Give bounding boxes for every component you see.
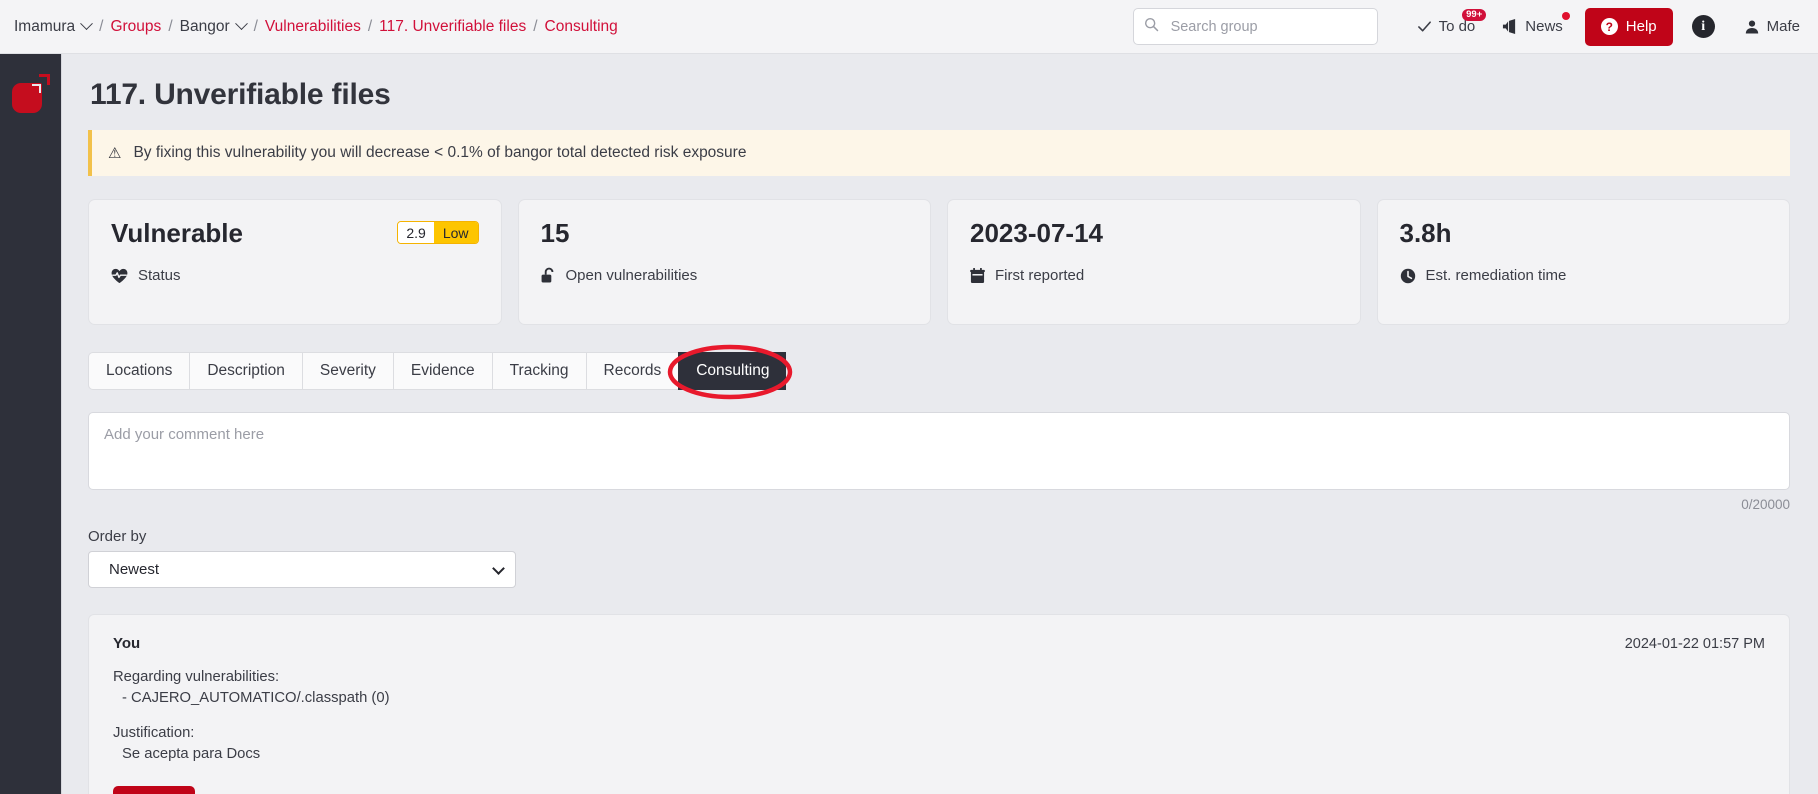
check-icon: [1417, 21, 1431, 32]
clock-icon: [1400, 268, 1415, 283]
risk-alert-banner: ⚠ By fixing this vulnerability you will …: [88, 130, 1790, 176]
app-logo-icon[interactable]: [11, 74, 50, 113]
comment-line-4: Se acepta para Docs: [122, 746, 261, 763]
user-label: Mafe: [1766, 18, 1800, 35]
comment-card: You 2024-01-22 01:57 PM Regarding vulner…: [88, 614, 1790, 794]
order-by-select[interactable]: Newest Oldest: [88, 551, 516, 588]
stat-value: 3.8h: [1399, 218, 1452, 248]
breadcrumb: Imamura / Groups / Bangor / Vulnerabilit…: [14, 17, 618, 36]
stat-value: 2023-07-14: [970, 218, 1103, 248]
stat-sub: Open vulnerabilities: [541, 267, 909, 284]
comment-author: You: [113, 635, 141, 652]
breadcrumb-separator: /: [168, 17, 173, 35]
breadcrumb-separator: /: [253, 17, 258, 35]
search-input[interactable]: [1168, 17, 1367, 36]
order-by-label: Order by: [88, 528, 147, 545]
tab-evidence[interactable]: Evidence: [392, 352, 492, 390]
tab-locations[interactable]: Locations: [88, 352, 190, 390]
severity-level: Low: [433, 222, 478, 243]
breadcrumb-separator: /: [533, 17, 538, 35]
comment-body: Regarding vulnerabilities: - CAJERO_AUTO…: [113, 667, 1765, 766]
help-button[interactable]: ? Help: [1584, 7, 1673, 46]
order-by-wrap: Newest Oldest: [88, 551, 516, 588]
body: 117. Unverifiable files ⚠ By fixing this…: [0, 54, 1818, 794]
page-title: 117. Unverifiable files: [90, 78, 391, 111]
chevron-down-icon-org[interactable]: [80, 17, 94, 31]
stat-card-open-vulnerabilities: 15 Open vulnerabilities: [517, 199, 931, 325]
user-menu[interactable]: Mafe: [1731, 8, 1800, 46]
breadcrumb-vulnerabilities[interactable]: Vulnerabilities: [265, 18, 361, 36]
comment-line-2: - CAJERO_AUTOMATICO/.classpath (0): [122, 690, 390, 707]
heartbeat-icon: [111, 268, 128, 283]
warning-triangle-icon: ⚠: [108, 145, 122, 162]
breadcrumb-finding[interactable]: 117. Unverifiable files: [379, 18, 526, 36]
app-root: Imamura / Groups / Bangor / Vulnerabilit…: [0, 0, 1818, 794]
chevron-down-icon-group[interactable]: [234, 17, 248, 31]
stat-card-first-reported: 2023-07-14 First reported: [947, 199, 1361, 325]
stat-card-remediation-time: 3.8h Est. remediation time: [1376, 199, 1790, 325]
tab-description[interactable]: Description: [189, 352, 302, 390]
breadcrumb-group[interactable]: Bangor: [180, 18, 230, 36]
stat-label: First reported: [995, 267, 1085, 285]
news-button[interactable]: News: [1488, 8, 1576, 46]
comment-line-1: Regarding vulnerabilities:: [113, 669, 280, 685]
todo-button[interactable]: To do 99+: [1404, 8, 1489, 46]
detail-tabs: Locations Description Severity Evidence …: [88, 344, 793, 400]
top-bar: Imamura / Groups / Bangor / Vulnerabilit…: [0, 0, 1818, 54]
main-content: 117. Unverifiable files ⚠ By fixing this…: [62, 54, 1818, 794]
breadcrumb-separator: /: [367, 17, 373, 35]
breadcrumb-section[interactable]: Consulting: [545, 18, 618, 36]
todo-badge: 99+: [1462, 8, 1487, 21]
stat-value: 15: [540, 218, 570, 248]
stat-label: Open vulnerabilities: [565, 267, 698, 285]
stat-sub: Est. remediation time: [1400, 267, 1768, 284]
left-sidebar: [0, 54, 62, 794]
header-actions: To do 99+ News ? Help i: [1132, 7, 1800, 46]
question-mark-icon: ?: [1600, 18, 1618, 35]
megaphone-icon: [1503, 19, 1516, 34]
tab-tracking[interactable]: Tracking: [491, 352, 586, 390]
comment-spacer: [113, 710, 1765, 723]
severity-badge: 2.9 Low: [397, 221, 479, 244]
tab-consulting[interactable]: Consulting: [678, 352, 787, 390]
breadcrumb-separator: /: [99, 17, 104, 35]
severity-score: 2.9: [398, 222, 434, 243]
breadcrumb-org[interactable]: Imamura: [14, 18, 75, 36]
stat-label: Est. remediation time: [1425, 267, 1567, 285]
reply-button[interactable]: Reply: [113, 785, 195, 794]
comment-input[interactable]: Add your comment here: [88, 412, 1790, 490]
search-box[interactable]: [1132, 8, 1378, 45]
stat-sub: Status: [111, 267, 479, 284]
stat-sub: First reported: [970, 267, 1338, 284]
breadcrumb-groups[interactable]: Groups: [110, 18, 161, 36]
tab-severity[interactable]: Severity: [301, 352, 393, 390]
news-notification-dot: [1561, 11, 1570, 20]
info-icon[interactable]: i: [1691, 15, 1715, 38]
open-padlock-icon: [541, 267, 553, 283]
character-counter: 0/20000: [1741, 497, 1790, 512]
news-label: News: [1525, 18, 1563, 35]
tab-records[interactable]: Records: [585, 352, 679, 390]
comment-timestamp: 2024-01-22 01:57 PM: [1624, 636, 1765, 652]
stat-card-status: Vulnerable 2.9 Low Status: [88, 199, 502, 325]
stat-label: Status: [138, 267, 181, 285]
help-label: Help: [1625, 18, 1657, 35]
risk-alert-text: By fixing this vulnerability you will de…: [133, 144, 747, 161]
person-icon: [1745, 20, 1758, 33]
calendar-icon: [970, 267, 985, 283]
comment-header: You 2024-01-22 01:57 PM: [113, 635, 1765, 652]
search-icon: [1144, 17, 1159, 37]
comment-line-3: Justification:: [113, 724, 195, 741]
stat-cards: Vulnerable 2.9 Low Status 15 Open vulner…: [88, 199, 1790, 325]
